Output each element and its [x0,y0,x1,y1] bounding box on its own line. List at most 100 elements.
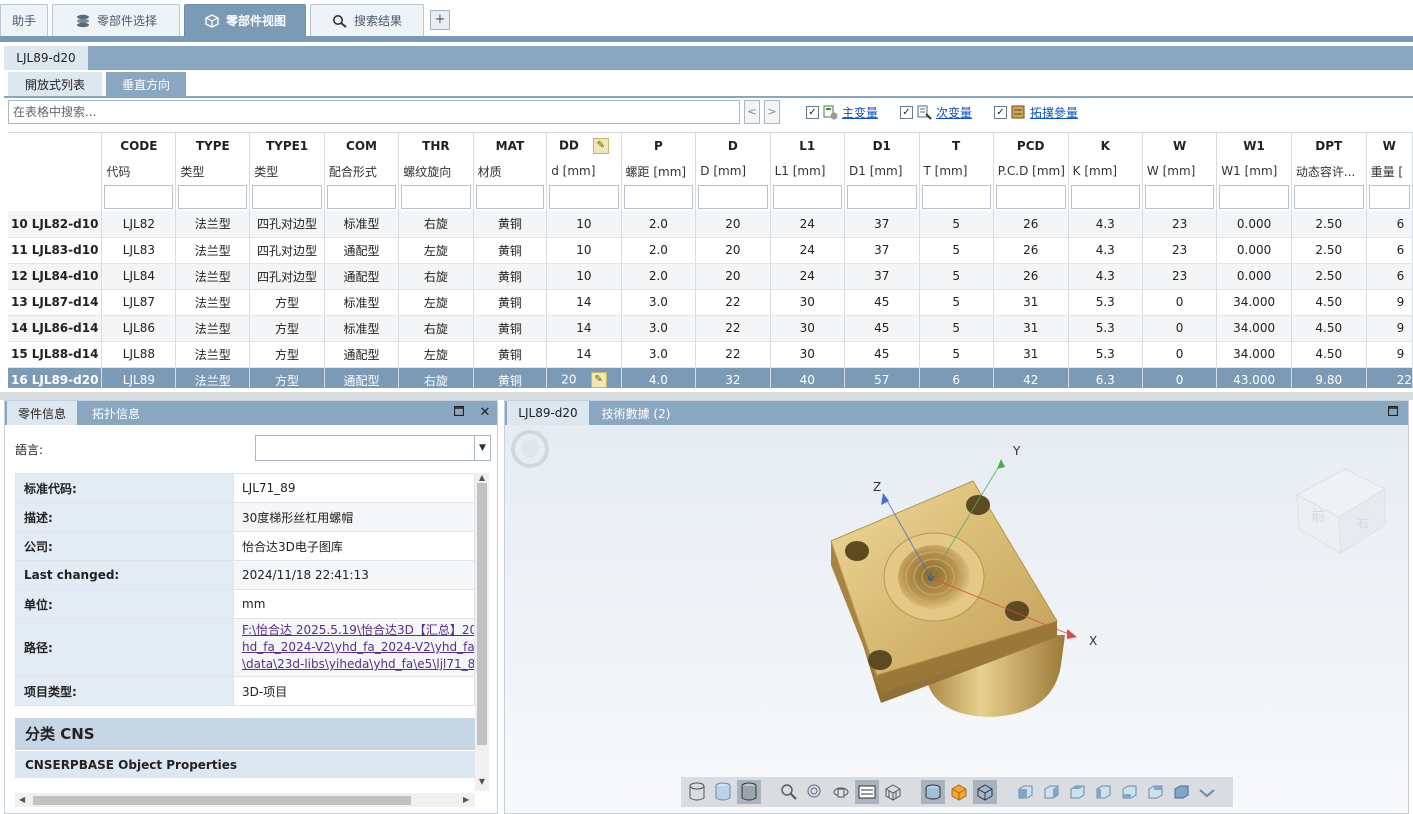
filter-box[interactable] [623,185,694,209]
classification-header[interactable]: 分类 CNS [15,718,475,750]
table-cell[interactable]: 4.50 [1291,341,1367,368]
tab-assistant[interactable]: 助手 [0,4,48,36]
column-filter-input[interactable] [919,183,994,211]
table-cell[interactable]: 4.50 [1291,315,1367,342]
col-header-w1[interactable]: W1 [1216,133,1292,159]
table-cell[interactable]: 37 [844,237,920,264]
row-header[interactable]: 16 LJL89-d20 [8,367,103,388]
filter-box[interactable] [995,185,1066,209]
table-cell[interactable]: 左旋 [398,237,474,264]
tab-search-results[interactable]: 搜索结果 [310,4,424,36]
table-cell[interactable]: 5 [919,237,994,264]
table-cell[interactable]: 32 [695,367,771,388]
table-row[interactable]: 11 LJL83-d10 LJL83 法兰型 四孔对边型 通配型 左旋 黄铜 10 2.0 20 24… [8,237,1413,264]
table-cell[interactable]: 通配型 [324,341,400,368]
view-perspective-icon[interactable] [921,780,945,804]
table-cell[interactable]: 30 [770,315,846,342]
row-header[interactable]: 12 LJL84-d10 [8,263,103,290]
table-cell[interactable]: 6 [1366,263,1413,290]
col-header-type[interactable]: TYPE [175,133,251,159]
table-cell[interactable]: LJL84 [101,263,177,290]
filter-box[interactable] [847,185,917,209]
scroll-down-icon[interactable]: ▼ [475,777,489,786]
3d-viewport[interactable]: 前 右 Y Z X [505,425,1408,813]
edit-pencil-icon[interactable]: ✎ [592,138,609,154]
table-cell[interactable]: 31 [993,289,1069,316]
table-cell[interactable]: 法兰型 [175,315,251,342]
table-cell[interactable]: 9 [1366,341,1413,368]
table-cell[interactable]: 右旋 [398,211,474,238]
col-header-d1[interactable]: D1 [844,133,920,159]
table-cell[interactable]: 5 [919,315,994,342]
table-cell[interactable]: 5.3 [1068,341,1143,368]
row-header[interactable]: 14 LJL86-d14 [8,315,103,342]
table-cell[interactable]: 43.000 [1216,367,1292,388]
option-main-variables-label[interactable]: 主变量 [842,104,878,121]
table-cell[interactable]: 右旋 [398,263,474,290]
table-cell[interactable]: 20 [695,263,771,290]
view-front-icon[interactable] [1013,780,1037,804]
search-prev-button[interactable]: < [744,100,760,124]
zoom-fit-icon[interactable] [803,780,827,804]
tab-part-info[interactable]: 零件信息 [7,401,77,425]
table-cell[interactable]: 右旋 [398,315,474,342]
filter-box[interactable] [921,185,991,209]
render-wireframe-icon[interactable] [685,780,709,804]
filter-box[interactable] [1070,185,1140,209]
table-cell[interactable]: LJL87 [101,289,177,316]
table-cell[interactable]: 2.0 [621,211,697,238]
table-cell[interactable]: 20 [695,211,771,238]
tab-technical-data[interactable]: 技術數據 (2) [593,401,679,425]
table-search-input[interactable] [8,100,740,124]
table-cell[interactable]: 10 [546,263,622,290]
properties-vscrollbar[interactable]: ▲ ▼ [475,473,489,791]
table-cell[interactable]: 标准型 [324,289,400,316]
table-cell[interactable]: 通配型 [324,263,400,290]
table-cell[interactable]: 10 [546,211,622,238]
table-cell[interactable]: 四孔对边型 [249,263,325,290]
table-cell[interactable]: 31 [993,315,1069,342]
view-left-icon[interactable] [1065,780,1089,804]
table-cell[interactable]: 方型 [249,315,325,342]
column-filter-input[interactable] [249,183,325,211]
splitter[interactable] [0,392,1413,400]
option-secondary-variables-label[interactable]: 次变量 [936,104,972,121]
row-header[interactable]: 13 LJL87-d14 [8,289,103,316]
table-row[interactable]: 13 LJL87-d14 LJL87 法兰型 方型 标准型 左旋 黄铜 14 3.0 22 30 45 5… [8,289,1413,316]
table-cell[interactable]: 30 [770,341,846,368]
table-cell[interactable]: 2.0 [621,263,697,290]
view-bottom-icon[interactable] [1143,780,1167,804]
table-row[interactable]: 16 LJL89-d20 LJL89 法兰型 方型 通配型 右旋 黄铜 20 ✎ 4.0 32 40 57… [8,367,1413,388]
table-cell[interactable]: 法兰型 [175,289,251,316]
table-cell[interactable]: 9 [1366,289,1413,316]
table-cell[interactable]: 6 [919,367,994,388]
table-cell[interactable]: LJL86 [101,315,177,342]
table-cell[interactable]: 4.50 [1291,289,1367,316]
filter-box[interactable] [698,185,768,209]
table-cell[interactable]: 22 [1366,367,1413,388]
table-cell[interactable]: 45 [844,289,920,316]
table-cell[interactable]: 14 [546,315,622,342]
table-cell[interactable]: 24 [770,211,846,238]
table-cell[interactable]: 2.50 [1291,211,1367,238]
properties-hscrollbar[interactable]: ◀ ▶ [15,793,475,807]
table-cell[interactable]: 方型 [249,367,325,388]
checkbox-main-variables[interactable]: ✓ [806,105,819,119]
column-filter-input[interactable] [175,183,251,211]
table-cell[interactable]: 0.000 [1216,211,1292,238]
vscroll-thumb[interactable] [477,483,487,745]
table-cell[interactable]: 34.000 [1216,315,1292,342]
col-header-l1[interactable]: L1 [770,133,846,159]
scroll-left-icon[interactable]: ◀ [19,793,25,807]
table-cell[interactable]: 右旋 [398,367,474,388]
table-cell[interactable]: 45 [844,315,920,342]
col-header-dd[interactable]: DD ✎ [546,133,622,159]
column-filter-input[interactable] [101,183,177,211]
table-title-tab[interactable]: LJL89-d20 [4,46,88,70]
table-cell[interactable]: 9 [1366,315,1413,342]
table-cell[interactable]: LJL82 [101,211,177,238]
view-back-icon[interactable] [1039,780,1063,804]
table-cell[interactable]: 黄铜 [473,315,548,342]
section-icon[interactable] [881,780,905,804]
table-cell[interactable]: 标准型 [324,211,400,238]
